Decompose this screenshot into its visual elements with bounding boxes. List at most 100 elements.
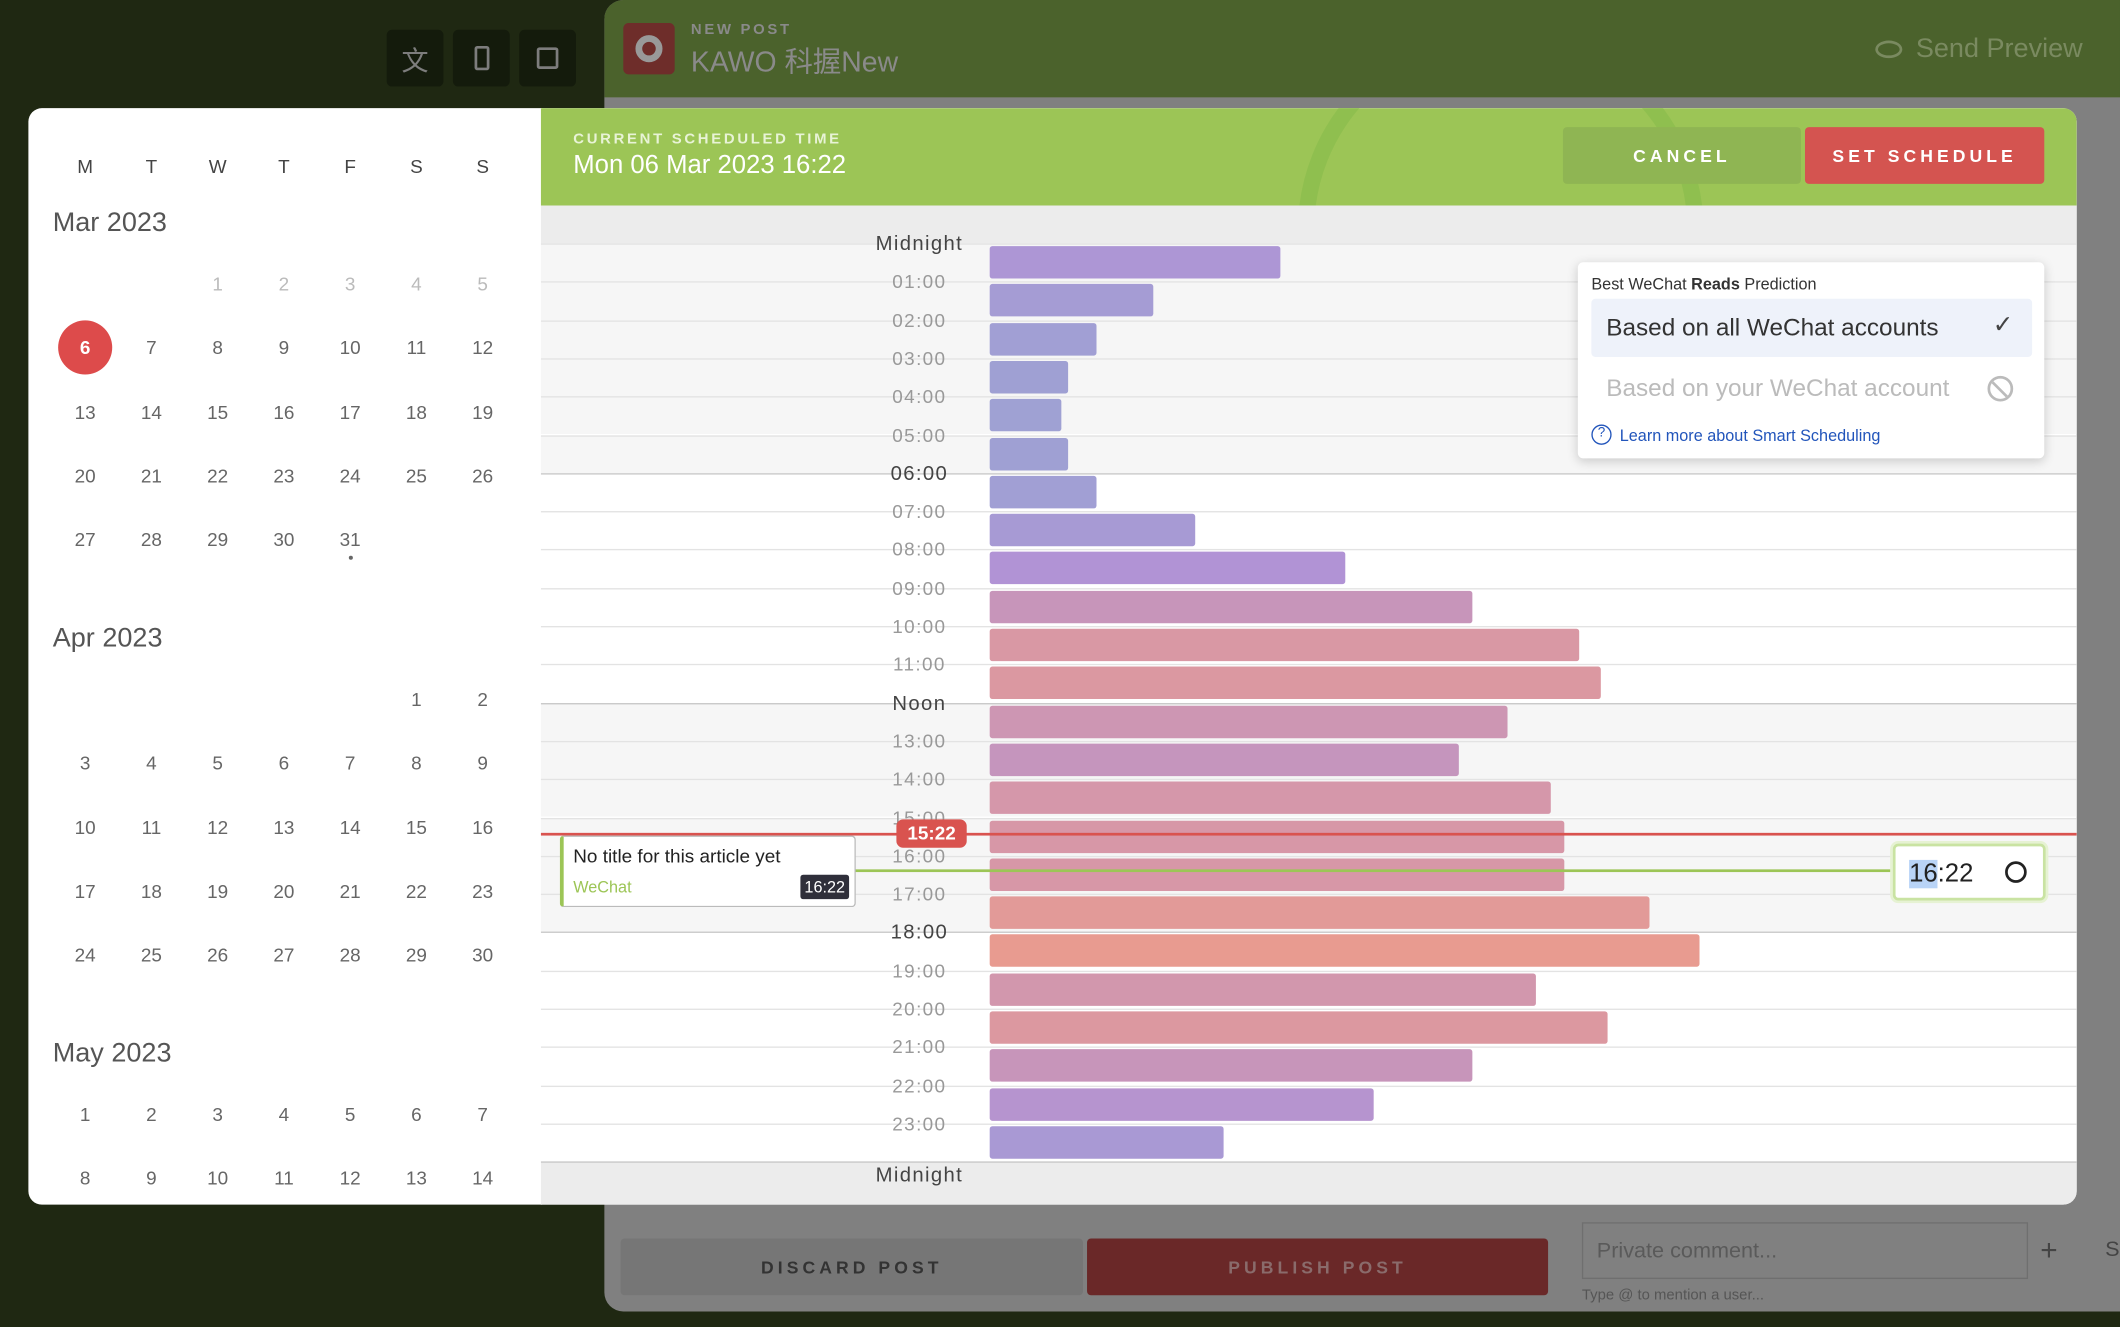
calendar-day[interactable]: 10 — [58, 800, 112, 854]
calendar-day[interactable]: 6 — [389, 1087, 443, 1141]
calendar-day[interactable]: 28 — [323, 928, 377, 982]
calendar-day[interactable]: 12 — [323, 1151, 377, 1205]
calendar-day[interactable]: 1 — [58, 1087, 112, 1141]
calendar-day[interactable]: 8 — [191, 321, 245, 375]
calendar-day[interactable]: 5 — [456, 257, 510, 311]
discard-post-button[interactable]: DISCARD POST — [620, 1238, 1083, 1296]
translate-icon[interactable]: 文 — [386, 29, 444, 87]
hour-label: Noon — [892, 691, 947, 715]
calendar-day[interactable]: 13 — [389, 1151, 443, 1205]
calendar-day[interactable]: 23 — [257, 449, 311, 503]
calendar-day[interactable]: 4 — [389, 257, 443, 311]
calendar-day[interactable]: 22 — [389, 864, 443, 918]
calendar-day[interactable]: 30 — [257, 513, 311, 567]
time-input[interactable]: 16:22 — [1892, 843, 2046, 901]
calendar-day[interactable]: 11 — [257, 1151, 311, 1205]
calendar-day[interactable]: 16 — [257, 385, 311, 439]
calendar-day[interactable]: 14 — [456, 1151, 510, 1205]
calendar-day[interactable]: 3 — [323, 257, 377, 311]
calendar-day[interactable]: 27 — [58, 513, 112, 567]
option-all-accounts[interactable]: Based on all WeChat accounts ✓ — [1591, 298, 2033, 357]
calendar-day[interactable]: 29 — [389, 928, 443, 982]
month-label: Mar 2023 — [52, 208, 167, 238]
image-icon[interactable] — [519, 29, 576, 87]
mobile-icon[interactable] — [452, 29, 510, 87]
calendar-day[interactable]: 16 — [456, 800, 510, 854]
calendar-day[interactable]: 9 — [257, 321, 311, 375]
calendar-day[interactable]: 17 — [58, 864, 112, 918]
calendar-day[interactable]: 23 — [456, 864, 510, 918]
reads-bar — [989, 1049, 1473, 1083]
calendar-day[interactable]: 4 — [124, 736, 178, 790]
calendar-day[interactable]: 19 — [456, 385, 510, 439]
calendar-day[interactable]: 18 — [124, 864, 178, 918]
cancel-button[interactable]: CANCEL — [1562, 127, 1801, 184]
calendar-day[interactable]: 25 — [124, 928, 178, 982]
post-card[interactable]: No title for this article yet WeChat 16:… — [559, 835, 856, 908]
calendar-day[interactable]: 2 — [257, 257, 311, 311]
calendar-day[interactable]: 17 — [323, 385, 377, 439]
calendar-day[interactable]: 10 — [323, 321, 377, 375]
clock-icon[interactable] — [2005, 861, 2027, 883]
hour-row[interactable] — [540, 1123, 2077, 1162]
hour-row[interactable] — [540, 472, 2077, 512]
option-your-account[interactable]: Based on your WeChat account — [1591, 360, 2032, 418]
calendar-day[interactable]: 9 — [456, 736, 510, 790]
calendar-day[interactable]: 5 — [323, 1087, 377, 1141]
send-comment-button[interactable]: S — [2105, 1238, 2119, 1262]
calendar-day[interactable]: 3 — [191, 1087, 245, 1141]
calendar-day[interactable]: 8 — [389, 736, 443, 790]
calendar-day[interactable]: 11 — [389, 321, 443, 375]
calendar-day[interactable]: 15 — [389, 800, 443, 854]
calendar-day[interactable]: 6 — [257, 736, 311, 790]
calendar-day[interactable]: 10 — [191, 1151, 245, 1205]
calendar-day[interactable]: 24 — [58, 928, 112, 982]
calendar-day[interactable]: 27 — [257, 928, 311, 982]
post-time: 16:22 — [800, 874, 850, 900]
calendar-day[interactable]: 4 — [257, 1087, 311, 1141]
calendar-day[interactable]: 26 — [191, 928, 245, 982]
calendar-day[interactable]: 11 — [124, 800, 178, 854]
hour-row[interactable] — [540, 511, 2077, 550]
calendar-day[interactable]: 24 — [323, 449, 377, 503]
publish-post-button[interactable]: PUBLISH POST — [1087, 1238, 1549, 1296]
calendar-day[interactable]: 8 — [58, 1151, 112, 1205]
calendar-day[interactable]: 28 — [124, 513, 178, 567]
calendar-day[interactable]: 18 — [389, 385, 443, 439]
calendar-day[interactable]: 21 — [124, 449, 178, 503]
calendar-day[interactable]: 2 — [124, 1087, 178, 1141]
calendar-day[interactable]: 14 — [323, 800, 377, 854]
calendar-day[interactable]: 22 — [191, 449, 245, 503]
selected-day[interactable]: 6 — [58, 320, 113, 375]
hour-label: 03:00 — [892, 347, 947, 369]
calendar-day[interactable]: 12 — [456, 321, 510, 375]
calendar-day[interactable]: 3 — [58, 736, 112, 790]
calendar-day[interactable]: 29 — [191, 513, 245, 567]
send-preview-button[interactable]: Send Preview — [1875, 22, 2102, 76]
calendar-day[interactable]: 5 — [191, 736, 245, 790]
calendar-day[interactable]: 31 — [323, 513, 377, 567]
calendar-day[interactable]: 26 — [456, 449, 510, 503]
add-button[interactable]: + — [2040, 1233, 2057, 1268]
calendar-day[interactable]: 13 — [257, 800, 311, 854]
private-comment-input[interactable]: Private comment... — [1581, 1222, 2029, 1280]
calendar-day[interactable]: 1 — [389, 672, 443, 726]
learn-more-link[interactable]: ? Learn more about Smart Scheduling — [1591, 424, 1880, 445]
set-schedule-button[interactable]: SET SCHEDULE — [1804, 127, 2045, 184]
calendar-day[interactable]: 13 — [58, 385, 112, 439]
calendar-day[interactable]: 25 — [389, 449, 443, 503]
calendar-day[interactable]: 12 — [191, 800, 245, 854]
calendar-day[interactable]: 14 — [124, 385, 178, 439]
calendar-day[interactable]: 20 — [58, 449, 112, 503]
calendar-day[interactable]: 20 — [257, 864, 311, 918]
calendar-day[interactable]: 7 — [456, 1087, 510, 1141]
calendar-day[interactable]: 21 — [323, 864, 377, 918]
calendar-day[interactable]: 7 — [323, 736, 377, 790]
calendar-day[interactable]: 9 — [124, 1151, 178, 1205]
calendar-day[interactable]: 15 — [191, 385, 245, 439]
calendar-day[interactable]: 19 — [191, 864, 245, 918]
calendar-day[interactable]: 1 — [191, 257, 245, 311]
calendar-day[interactable]: 30 — [456, 928, 510, 982]
calendar-day[interactable]: 7 — [124, 321, 178, 375]
calendar-day[interactable]: 2 — [456, 672, 510, 726]
